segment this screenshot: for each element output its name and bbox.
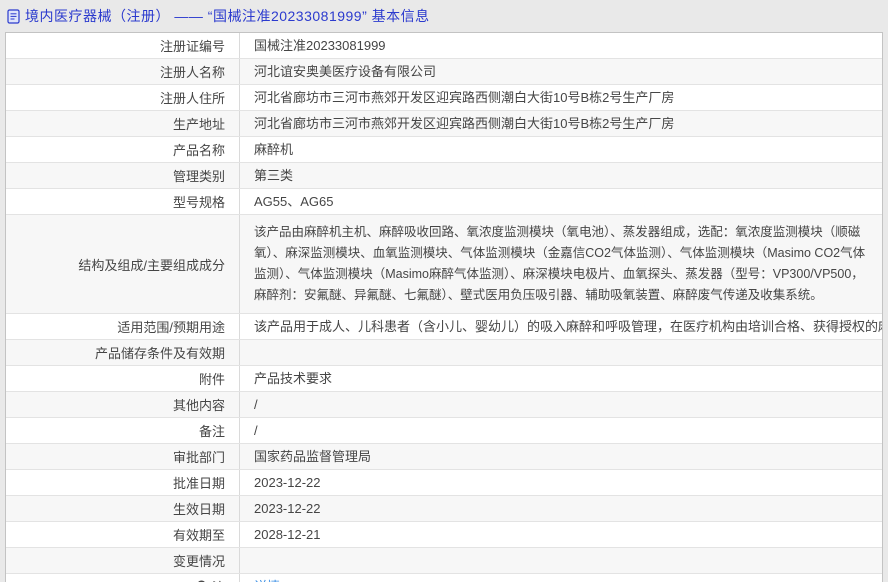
row-approval-department: 审批部门 国家药品监督管理局 (6, 444, 882, 470)
change-info-value (240, 548, 882, 573)
row-registrant-address: 注册人住所 河北省廊坊市三河市燕郊开发区迎宾路西侧潮白大街10号B栋2号生产厂房 (6, 85, 882, 111)
model-spec-value: AG55、AG65 (254, 194, 334, 209)
intended-use-value: 该产品用于成人、儿科患者（含小儿、婴幼儿）的吸入麻醉和呼吸管理，在医疗机构由培训… (254, 319, 882, 334)
row-production-address: 生产地址 河北省廊坊市三河市燕郊开发区迎宾路西侧潮白大街10号B栋2号生产厂房 (6, 111, 882, 137)
row-expiry-date: 有效期至 2028-12-21 (6, 522, 882, 548)
detail-link[interactable]: 详情 (254, 577, 280, 582)
page-title: 境内医疗器械（注册） —— “国械注准20233081999” 基本信息 (25, 8, 430, 24)
remark-value: / (254, 423, 258, 438)
product-name-value: 麻醉机 (254, 142, 294, 157)
note-value-cell: 详情 (240, 574, 882, 582)
other-content-label: 其他内容 (6, 392, 240, 417)
structure-composition-label: 结构及组成/主要组成成分 (6, 215, 240, 313)
effective-date-value: 2023-12-22 (254, 501, 321, 516)
row-effective-date: 生效日期 2023-12-22 (6, 496, 882, 522)
approval-date-label: 批准日期 (6, 470, 240, 495)
attachment-value: 产品技术要求 (254, 371, 333, 386)
approval-department-label: 审批部门 (6, 444, 240, 469)
registrant-address-value: 河北省廊坊市三河市燕郊开发区迎宾路西侧潮白大街10号B栋2号生产厂房 (254, 90, 675, 105)
row-change-info: 变更情况 (6, 548, 882, 574)
row-remark: 备注 / (6, 418, 882, 444)
row-attachment: 附件 产品技术要求 (6, 366, 882, 392)
intended-use-label: 适用范围/预期用途 (6, 314, 240, 339)
row-registrant-name: 注册人名称 河北谊安奥美医疗设备有限公司 (6, 59, 882, 85)
expiry-date-label: 有效期至 (6, 522, 240, 547)
attachment-label: 附件 (6, 366, 240, 391)
cert-number-label: 注册证编号 (6, 33, 240, 58)
management-class-value: 第三类 (254, 168, 294, 183)
other-content-value: / (254, 397, 258, 412)
page-header: 境内医疗器械（注册） —— “国械注准20233081999” 基本信息 (0, 0, 888, 32)
production-address-label: 生产地址 (6, 111, 240, 136)
cert-number-value: 国械注准20233081999 (254, 38, 386, 53)
registration-info-table: 注册证编号 国械注准20233081999 注册人名称 河北谊安奥美医疗设备有限… (5, 32, 883, 582)
effective-date-label: 生效日期 (6, 496, 240, 521)
row-note: 注 详情 (6, 574, 882, 582)
expiry-date-value: 2028-12-21 (254, 527, 321, 542)
model-spec-label: 型号规格 (6, 189, 240, 214)
product-name-label: 产品名称 (6, 137, 240, 162)
remark-label: 备注 (6, 418, 240, 443)
row-storage-validity: 产品储存条件及有效期 (6, 340, 882, 366)
row-structure-composition: 结构及组成/主要组成成分 该产品由麻醉机主机、麻醉吸收回路、氧浓度监测模块（氧电… (6, 215, 882, 314)
approval-department-value: 国家药品监督管理局 (254, 449, 372, 464)
document-icon (7, 8, 20, 24)
storage-validity-value (240, 340, 882, 365)
row-cert-number: 注册证编号 国械注准20233081999 (6, 33, 882, 59)
row-approval-date: 批准日期 2023-12-22 (6, 470, 882, 496)
change-info-label: 变更情况 (6, 548, 240, 573)
row-intended-use: 适用范围/预期用途 该产品用于成人、儿科患者（含小儿、婴幼儿）的吸入麻醉和呼吸管… (6, 314, 882, 340)
row-product-name: 产品名称 麻醉机 (6, 137, 882, 163)
registrant-name-label: 注册人名称 (6, 59, 240, 84)
storage-validity-label: 产品储存条件及有效期 (6, 340, 240, 365)
row-model-spec: 型号规格 AG55、AG65 (6, 189, 882, 215)
note-label-cell: 注 (6, 574, 240, 582)
note-label: 注 (212, 577, 225, 582)
registrant-address-label: 注册人住所 (6, 85, 240, 110)
structure-composition-value: 该产品由麻醉机主机、麻醉吸收回路、氧浓度监测模块（氧电池）、蒸发器组成，选配：氧… (254, 225, 866, 302)
production-address-value: 河北省廊坊市三河市燕郊开发区迎宾路西侧潮白大街10号B栋2号生产厂房 (254, 116, 675, 131)
approval-date-value: 2023-12-22 (254, 475, 321, 490)
row-management-class: 管理类别 第三类 (6, 163, 882, 189)
row-other-content: 其他内容 / (6, 392, 882, 418)
registrant-name-value: 河北谊安奥美医疗设备有限公司 (254, 64, 437, 79)
management-class-label: 管理类别 (6, 163, 240, 188)
